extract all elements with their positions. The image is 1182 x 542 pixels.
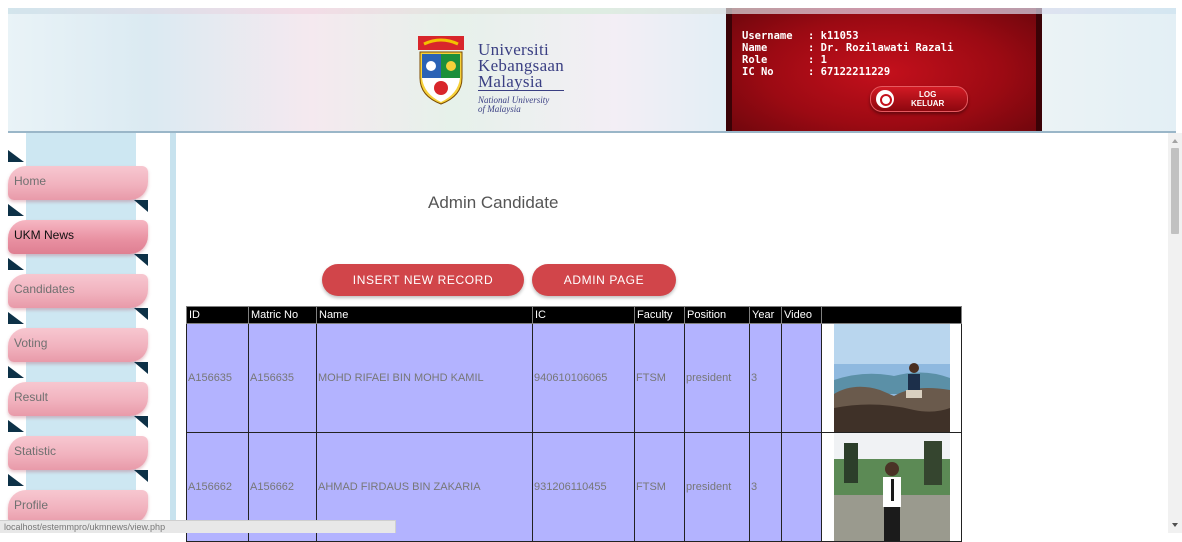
uni-line3: Malaysia: [478, 72, 543, 91]
cell-video: [781, 323, 822, 433]
header-name: Name: [316, 306, 533, 324]
role-label: Role: [742, 54, 768, 66]
corner-ribbon-icon: [134, 200, 148, 212]
corner-ribbon-icon: [8, 474, 24, 486]
header-id: ID: [186, 306, 249, 324]
username-label: Username: [742, 30, 793, 42]
sidebar-item-label: Home: [14, 174, 47, 188]
browser-status-bar: localhost/estemmpro/ukmnews/view.php: [0, 520, 396, 533]
header-faculty: Faculty: [634, 306, 685, 324]
insert-new-record-button[interactable]: INSERT NEW RECORD: [322, 264, 524, 296]
admin-page-button[interactable]: ADMIN PAGE: [532, 264, 676, 296]
candidate-photo: [834, 324, 950, 432]
corner-ribbon-icon: [8, 366, 24, 378]
corner-ribbon-icon: [134, 416, 148, 428]
corner-ribbon-icon: [134, 470, 148, 482]
corner-ribbon-icon: [8, 258, 24, 270]
cell-year: 3: [749, 432, 782, 542]
vertical-scrollbar[interactable]: [1168, 133, 1182, 533]
cell-matric: A156635: [248, 323, 317, 433]
cell-position: president: [684, 432, 750, 542]
uni-sub2: of Malaysia: [478, 104, 521, 114]
corner-ribbon-icon: [8, 312, 24, 324]
corner-ribbon-icon: [8, 150, 24, 162]
sidebar-item-label: Voting: [14, 336, 48, 350]
sidebar-item-ukm-news[interactable]: UKM News: [8, 204, 148, 266]
header-position: Position: [684, 306, 750, 324]
logout-button[interactable]: LOG KELUAR: [870, 86, 968, 112]
sidebar-item-label: Statistic: [14, 444, 57, 458]
header-photo: [821, 306, 962, 324]
scroll-down-arrow-icon[interactable]: [1172, 523, 1178, 527]
sidebar-item-label: Profile: [14, 498, 49, 512]
ukm-logo: Universiti Kebangsaan Malaysia National …: [416, 34, 586, 114]
page-title: Admin Candidate: [428, 193, 559, 212]
corner-ribbon-icon: [8, 420, 24, 432]
site-header: Universiti Kebangsaan Malaysia National …: [8, 8, 1176, 133]
cell-ic: 931206110455: [532, 432, 635, 542]
corner-ribbon-icon: [134, 254, 148, 266]
table-row: A156635 A156635 MOHD RIFAEI BIN MOHD KAM…: [186, 323, 962, 433]
sidebar-divider: [170, 133, 176, 533]
cell-video: [781, 432, 822, 542]
sidebar-item-result[interactable]: Result: [8, 366, 148, 428]
cell-faculty: FTSM: [634, 432, 685, 542]
header-video: Video: [781, 306, 822, 324]
sidebar-item-label: UKM News: [14, 228, 75, 242]
cell-year: 3: [749, 323, 782, 433]
candidate-table: ID Matric No Name IC Faculty Position Ye…: [186, 306, 962, 542]
cell-position: president: [684, 323, 750, 433]
cell-name: MOHD RIFAEI BIN MOHD KAMIL: [316, 323, 533, 433]
cell-faculty: FTSM: [634, 323, 685, 433]
role-value: : 1: [808, 54, 827, 66]
cell-photo: [821, 323, 962, 433]
sidebar-item-label: Result: [14, 390, 49, 404]
scroll-up-arrow-icon[interactable]: [1172, 139, 1178, 143]
header-ic: IC: [532, 306, 635, 324]
header-matric: Matric No: [248, 306, 317, 324]
cell-photo: [821, 432, 962, 542]
table-header-row: ID Matric No Name IC Faculty Position Ye…: [186, 306, 962, 324]
university-name: Universiti Kebangsaan Malaysia: [478, 41, 565, 91]
header-year: Year: [749, 306, 782, 324]
logout-line1: LOG: [919, 90, 937, 99]
corner-ribbon-icon: [8, 204, 24, 216]
power-icon: [876, 90, 894, 108]
user-info-panel: Username : k11053 Name : Dr. Rozilawati Ra…: [726, 8, 1042, 131]
username-value: : k11053: [808, 30, 859, 42]
corner-ribbon-icon: [134, 308, 148, 320]
ukm-crest-icon: [418, 36, 464, 105]
scrollbar-thumb[interactable]: [1171, 148, 1179, 234]
sidebar-item-statistic[interactable]: Statistic: [8, 420, 148, 482]
cell-id: A156635: [186, 323, 249, 433]
sidebar-item-label: Candidates: [14, 282, 75, 296]
ic-value: : 67122211229: [808, 66, 891, 78]
cell-ic: 940610106065: [532, 323, 635, 433]
university-subtitle: National University of Malaysia: [478, 96, 549, 114]
logout-line2: KELUAR: [911, 99, 945, 108]
sidebar-item-voting[interactable]: Voting: [8, 312, 148, 374]
candidate-photo: [834, 433, 950, 541]
ic-label: IC No: [742, 66, 774, 78]
logout-label: LOG KELUAR: [911, 90, 944, 108]
sidebar-item-candidates[interactable]: Candidates: [8, 258, 148, 320]
sidebar-item-home[interactable]: Home: [8, 150, 148, 212]
name-value: : Dr. Rozilawati Razali: [808, 42, 954, 54]
corner-ribbon-icon: [134, 362, 148, 374]
name-label: Name: [742, 42, 768, 54]
